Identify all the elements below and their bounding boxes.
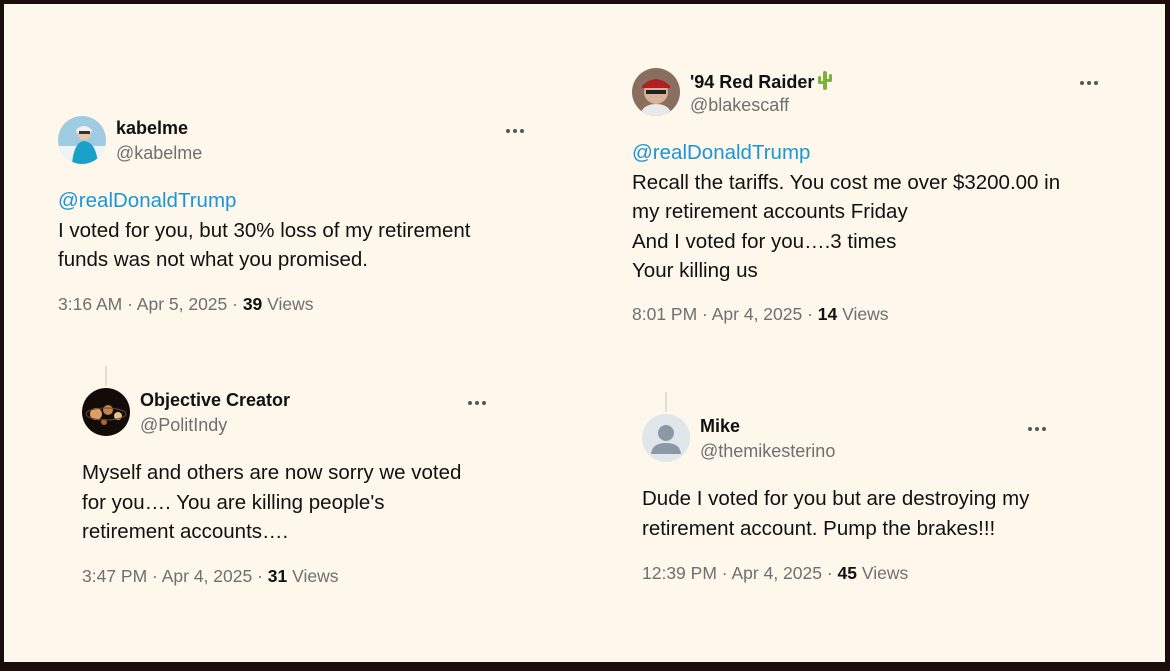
tweet-objective-creator[interactable]: Objective Creator @PolitIndy Myself and …: [82, 388, 502, 588]
tweet-line: funds was not what you promised.: [58, 248, 368, 271]
more-options-icon[interactable]: [466, 392, 487, 413]
tweet-text: @realDonaldTrump Recall the tariffs. You…: [632, 138, 1060, 286]
views-count: 45: [837, 563, 857, 583]
handle[interactable]: @blakescaff: [690, 95, 789, 116]
timestamp[interactable]: 12:39 PM · Apr 4, 2025 ·: [642, 563, 838, 583]
timestamp[interactable]: 3:47 PM · Apr 4, 2025 ·: [82, 566, 268, 586]
display-name[interactable]: Mike: [700, 416, 740, 437]
tweet-text: @realDonaldTrump I voted for you, but 30…: [58, 186, 470, 275]
tweet-line: for you…. You are killing people's: [82, 490, 385, 514]
tweet-red-raider[interactable]: '94 Red Raider @blakescaff @realDonaldTr…: [632, 68, 1102, 328]
tweet-meta: 12:39 PM · Apr 4, 2025 · 45 Views: [642, 563, 908, 584]
thread-connector: [665, 392, 667, 412]
avatar[interactable]: [58, 116, 106, 164]
man-with-cap-avatar-icon: [632, 68, 680, 116]
more-options-icon[interactable]: [1078, 72, 1099, 93]
timestamp[interactable]: 8:01 PM · Apr 4, 2025 ·: [632, 304, 818, 324]
tweet-line: And I voted for you….3 times: [632, 229, 897, 253]
more-options-icon[interactable]: [1026, 418, 1047, 439]
views-count: 31: [267, 566, 288, 586]
views-label: Views: [287, 566, 339, 586]
handle[interactable]: @kabelme: [116, 143, 202, 164]
tweet-line: I voted for you, but 30% loss of my reti…: [58, 218, 471, 242]
collage-canvas: kabelme @kabelme @realDonaldTrump I vote…: [4, 4, 1165, 662]
thread-connector: [105, 366, 107, 386]
solar-system-avatar-icon: [82, 388, 130, 436]
tweet-line: Your killing us: [632, 259, 758, 282]
tweet-line: Dude I voted for you but are destroying …: [642, 487, 1030, 510]
mention-link[interactable]: @realDonaldTrump: [632, 138, 1060, 168]
tweet-line: Myself and others are now sorry we voted: [82, 461, 462, 484]
tweet-line: Recall the tariffs. You cost me over $32…: [632, 170, 1061, 194]
mention-link[interactable]: @realDonaldTrump: [58, 186, 470, 216]
display-name[interactable]: Objective Creator: [140, 390, 290, 411]
avatar[interactable]: [82, 388, 130, 436]
tweet-meta: 8:01 PM · Apr 4, 2025 · 14 Views: [632, 304, 889, 325]
display-name-text: '94 Red Raider: [690, 72, 815, 92]
tweet-meta: 3:16 AM · Apr 5, 2025 · 39 Views: [58, 294, 314, 315]
tweet-line: retirement account. Pump the brakes!!!: [642, 516, 996, 540]
views-label: Views: [857, 563, 909, 583]
tweet-text: Myself and others are now sorry we voted…: [82, 458, 461, 547]
skier-avatar-icon: [58, 116, 106, 164]
display-name[interactable]: kabelme: [116, 118, 188, 139]
cactus-icon: [818, 71, 833, 90]
avatar[interactable]: [632, 68, 680, 116]
handle[interactable]: @PolitIndy: [140, 415, 227, 436]
timestamp[interactable]: 3:16 AM · Apr 5, 2025 ·: [58, 294, 243, 314]
tweet-kabelme[interactable]: kabelme @kabelme @realDonaldTrump I vote…: [58, 116, 528, 316]
tweet-meta: 3:47 PM · Apr 4, 2025 · 31 Views: [82, 566, 339, 587]
tweet-line: retirement accounts….: [82, 520, 289, 543]
tweet-mike[interactable]: Mike @themikesterino Dude I voted for yo…: [642, 414, 1062, 594]
tweet-line: my retirement accounts Friday: [632, 200, 908, 223]
views-label: Views: [837, 304, 889, 324]
views-count: 14: [817, 304, 838, 324]
handle[interactable]: @themikesterino: [700, 441, 835, 462]
views-label: Views: [262, 294, 314, 314]
avatar[interactable]: [642, 414, 690, 462]
more-options-icon[interactable]: [504, 120, 525, 141]
display-name[interactable]: '94 Red Raider: [690, 70, 834, 93]
tweet-text: Dude I voted for you but are destroying …: [642, 484, 1029, 543]
views-count: 39: [242, 294, 263, 314]
default-user-avatar-icon: [642, 414, 690, 462]
